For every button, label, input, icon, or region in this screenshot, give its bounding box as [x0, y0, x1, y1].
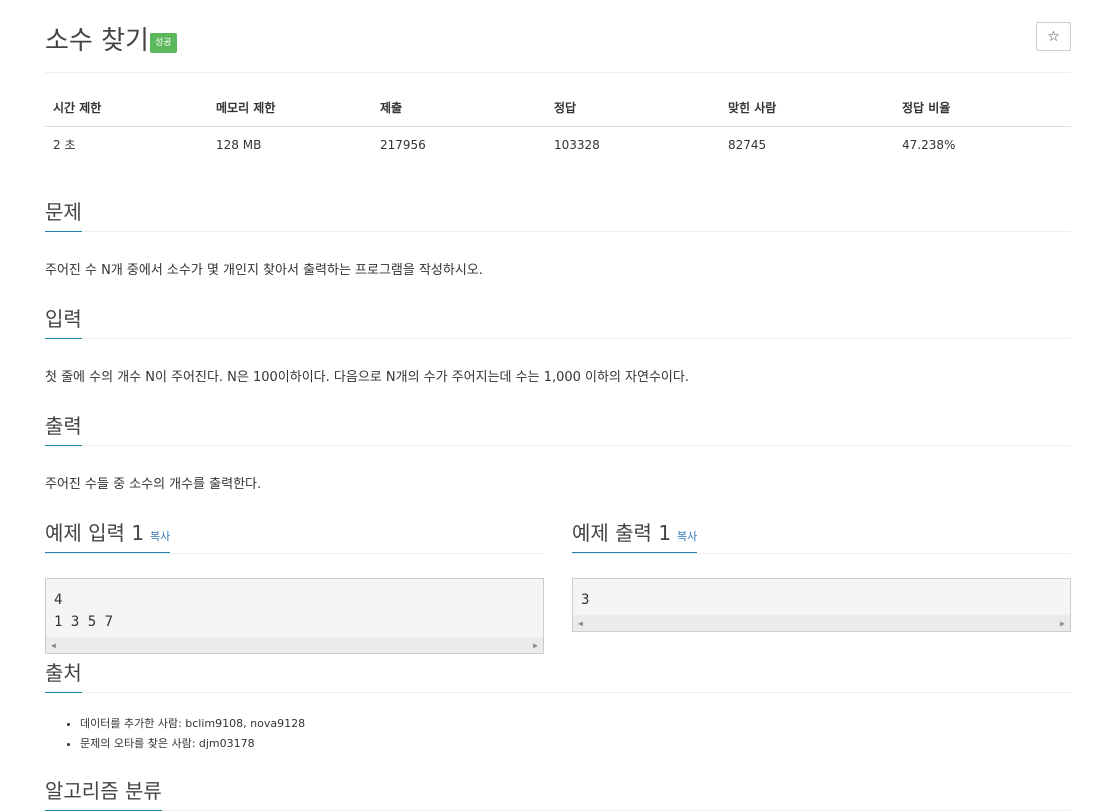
status-badge: 성공: [150, 33, 177, 53]
sample-output-text: 3: [581, 592, 590, 608]
star-icon: ☆: [1047, 29, 1060, 45]
section-header: 예제 출력 1 복사: [572, 507, 1071, 554]
problem-section: 문제 주어진 수 N개 중에서 소수가 몇 개인지 찾아서 출력하는 프로그램을…: [45, 186, 1071, 287]
copy-output-link[interactable]: 복사: [677, 530, 697, 543]
sample-input-box[interactable]: 4 1 3 5 7 ◀ ▶: [45, 578, 544, 654]
section-title-output: 출력: [45, 410, 82, 446]
sample-output-box[interactable]: 3 ◀ ▶: [572, 578, 1071, 632]
title-row: 소수 찾기 성공 ☆: [45, 0, 1071, 73]
section-header: 입력: [45, 293, 1071, 339]
output-description: 주어진 수들 중 소수의 개수를 출력한다.: [45, 477, 262, 492]
problem-page: 소수 찾기 성공 ☆ 시간 제한 메모리 제한 제출 정답 맞힌 사람 정답 비…: [45, 0, 1071, 811]
value-submissions: 217956: [380, 137, 426, 152]
header-submissions: 제출: [372, 89, 546, 127]
value-solvers: 82745: [728, 137, 767, 152]
value-accepted: 103328: [554, 137, 600, 152]
table-row: 2 초 128 MB 217956 103328 82745 47.238%: [45, 127, 1071, 163]
problem-title: 소수 찾기: [45, 26, 149, 56]
input-description: 첫 줄에 수의 개수 N이 주어진다. N은 100이하이다. 다음으로 N개의…: [45, 370, 689, 385]
sample-output-title: 예제 출력 1 복사: [572, 517, 698, 553]
output-section: 출력 주어진 수들 중 소수의 개수를 출력한다.: [45, 400, 1071, 501]
section-header: 알고리즘 분류: [45, 765, 1071, 811]
scroll-right-icon[interactable]: ▶: [1060, 616, 1065, 631]
list-item: 문제의 오타를 찾은 사람: djm03178: [80, 735, 1071, 751]
section-title-algorithm: 알고리즘 분류: [45, 775, 162, 811]
value-time-limit: 2 초: [53, 138, 76, 152]
sample-input-text: 4 1 3 5 7: [54, 592, 114, 630]
scroll-left-icon[interactable]: ◀: [578, 616, 583, 631]
header-memory-limit: 메모리 제한: [208, 89, 372, 127]
table-header-row: 시간 제한 메모리 제한 제출 정답 맞힌 사람 정답 비율: [45, 89, 1071, 127]
section-title-problem: 문제: [45, 196, 82, 232]
list-item: 데이터를 추가한 사람: bclim9108, nova9128: [80, 715, 1071, 731]
section-title-source: 출처: [45, 657, 82, 693]
source-section: 출처 데이터를 추가한 사람: bclim9108, nova9128 문제의 …: [45, 647, 1071, 751]
section-header: 문제: [45, 186, 1071, 232]
source-list: 데이터를 추가한 사람: bclim9108, nova9128 문제의 오타를…: [45, 715, 1071, 751]
section-header: 예제 입력 1 복사: [45, 507, 544, 554]
copy-input-link[interactable]: 복사: [150, 530, 170, 543]
sample-input: 예제 입력 1 복사 4 1 3 5 7 ◀ ▶: [45, 507, 544, 654]
horizontal-scrollbar[interactable]: ◀ ▶: [573, 615, 1070, 631]
value-memory-limit: 128 MB: [216, 137, 262, 152]
header-solvers: 맞힌 사람: [720, 89, 894, 127]
problem-info-table: 시간 제한 메모리 제한 제출 정답 맞힌 사람 정답 비율 2 초 128 M…: [45, 89, 1071, 162]
algorithm-section: 알고리즘 분류: [45, 765, 1071, 811]
sample-input-title: 예제 입력 1 복사: [45, 517, 171, 553]
value-ratio: 47.238%: [902, 137, 956, 152]
star-button[interactable]: ☆: [1036, 22, 1071, 51]
header-ratio: 정답 비율: [894, 89, 1071, 127]
input-section: 입력 첫 줄에 수의 개수 N이 주어진다. N은 100이하이다. 다음으로 …: [45, 293, 1071, 394]
section-header: 출처: [45, 647, 1071, 693]
problem-description: 주어진 수 N개 중에서 소수가 몇 개인지 찾아서 출력하는 프로그램을 작성…: [45, 263, 483, 278]
section-title-input: 입력: [45, 303, 82, 339]
header-accepted: 정답: [546, 89, 720, 127]
sample-output: 예제 출력 1 복사 3 ◀ ▶: [572, 507, 1071, 632]
header-time-limit: 시간 제한: [45, 89, 208, 127]
section-header: 출력: [45, 400, 1071, 446]
